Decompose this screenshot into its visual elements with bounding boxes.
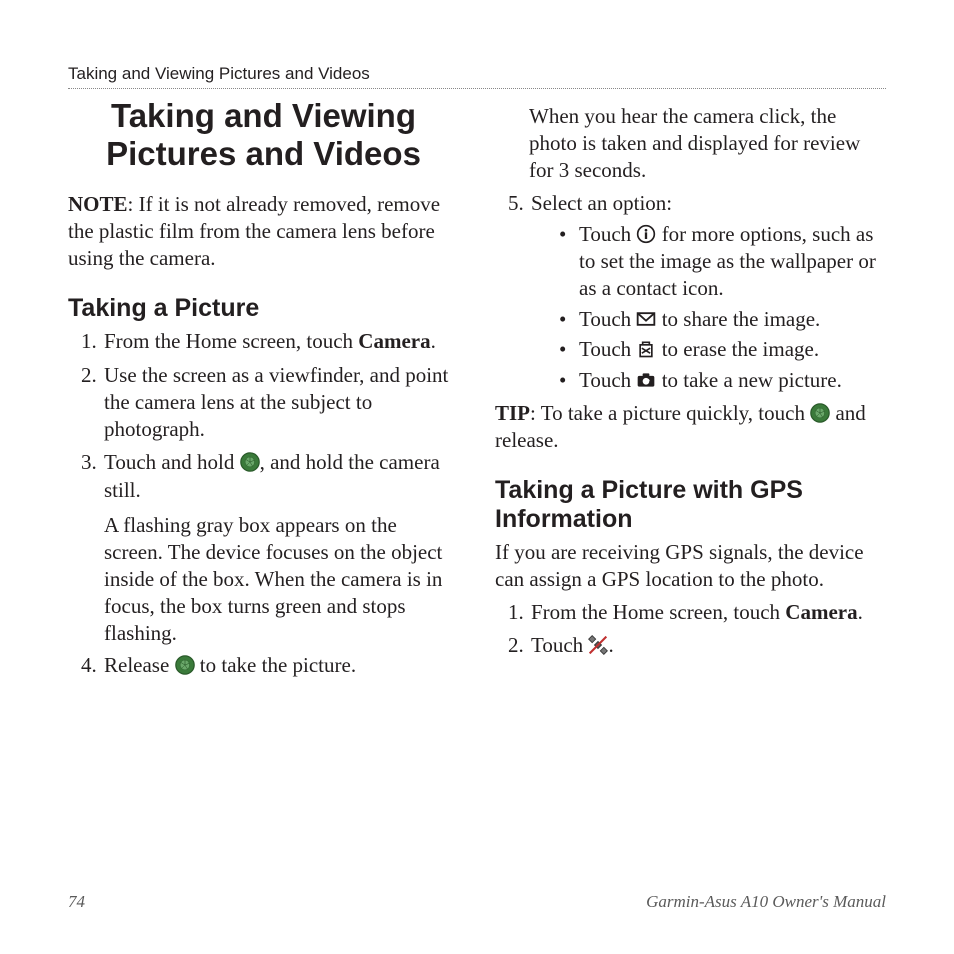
note-paragraph: NOTE: If it is not already removed, remo… [68,191,459,272]
step-1: From the Home screen, touch Camera. [102,328,459,355]
step-4: Release to take the picture. [102,652,459,679]
steps-list: From the Home screen, touch Camera. Use … [68,328,459,679]
step-3: Touch and hold , and hold the camera sti… [102,449,459,646]
gps-intro: If you are receiving GPS signals, the de… [495,539,886,593]
satellite-off-icon [588,635,608,655]
option-info: Touch for more options, such as to set t… [559,221,886,302]
page-footer: 74 Garmin-Asus A10 Owner's Manual [68,892,886,912]
running-header: Taking and Viewing Pictures and Videos [68,64,886,89]
chapter-title: Taking and Viewing Pictures and Videos [68,97,459,173]
trash-icon [636,339,656,359]
tip-label: TIP [495,401,530,425]
gps-steps: From the Home screen, touch Camera. Touc… [495,599,886,660]
shutter-icon [240,452,260,472]
tip-paragraph: TIP: To take a picture quickly, touch an… [495,400,886,454]
note-label: NOTE [68,192,128,216]
camera-icon [636,370,656,390]
section-taking-picture: Taking a Picture [68,294,459,323]
envelope-icon [636,309,656,329]
right-column: When you hear the camera click, the phot… [495,97,886,686]
info-icon [636,224,656,244]
option-share: Touch to share the image. [559,306,886,333]
manual-title: Garmin-Asus A10 Owner's Manual [646,892,886,912]
shutter-icon [810,403,830,423]
shutter-icon [175,655,195,675]
gps-step-2: Touch . [529,632,886,659]
options-list: Touch for more options, such as to set t… [531,221,886,394]
gps-step-1: From the Home screen, touch Camera. [529,599,886,626]
section-gps: Taking a Picture with GPS Information [495,476,886,534]
step-2: Use the screen as a viewfinder, and poin… [102,362,459,444]
content-columns: Taking and Viewing Pictures and Videos N… [68,97,886,686]
page-number: 74 [68,892,85,912]
step-5: Select an option: Touch for more options… [529,190,886,395]
step-3-detail: A flashing gray box appears on the scree… [104,512,459,646]
option-new-picture: Touch to take a new picture. [559,367,886,394]
left-column: Taking and Viewing Pictures and Videos N… [68,97,459,686]
steps-list-cont: Select an option: Touch for more options… [495,190,886,395]
step-4-detail: When you hear the camera click, the phot… [529,103,886,184]
option-erase: Touch to erase the image. [559,336,886,363]
